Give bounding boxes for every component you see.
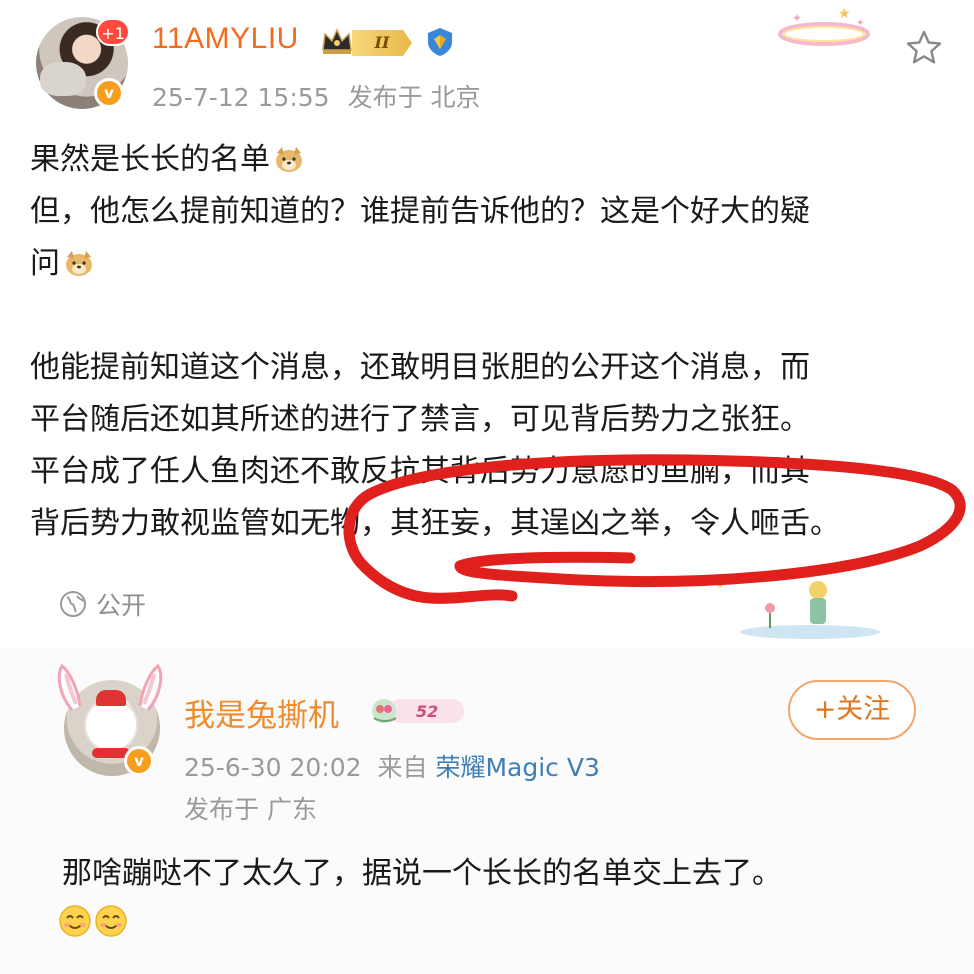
quoted-meta: 25-6-30 20:02 来自 荣耀Magic V3 — [184, 748, 600, 784]
post-line-blank — [30, 290, 950, 342]
post-line: 平台随后还如其所述的进行了禁言，可见背后势力之张狂。 — [30, 402, 810, 437]
post-meta: 25-7-12 15:55 发布于 北京 — [152, 78, 499, 114]
post-location: 发布于 北京 — [347, 83, 481, 112]
avatar-cat — [40, 62, 86, 96]
svg-text:★: ★ — [838, 6, 851, 22]
dog-emoji-icon — [66, 251, 92, 276]
crown-icon — [322, 28, 352, 54]
visibility-row: 公开 — [58, 586, 146, 622]
decoration-ring-icon: ✦ ★ ✦ — [778, 6, 870, 46]
decoration-prince-icon — [717, 581, 880, 639]
avatar-doll-hat — [96, 690, 126, 706]
post-line: 背后势力敢视监管如无物，其狂妄，其逞凶之举，令人咂舌。 — [30, 506, 840, 541]
quoted-source-prefix: 来自 — [377, 753, 428, 782]
follow-button[interactable]: +关注 — [788, 680, 916, 740]
post-text: 果然是长长的名单 但，他怎么提前知道的？谁提前告诉他的？这是个好大的疑 问 他能… — [30, 134, 950, 550]
post-line: 平台成了任人鱼肉还不敢反抗其背后势力意愿的鱼腩，而其 — [30, 454, 810, 489]
quoted-date: 25-6-30 20:02 — [184, 753, 362, 782]
author-username[interactable]: 11AMYLIU — [152, 22, 299, 56]
post-line: 但，他怎么提前知道的？谁提前告诉他的？这是个好大的疑 — [30, 194, 810, 229]
globe-icon — [60, 591, 86, 617]
post-line: 果然是长长的名单 — [30, 134, 950, 186]
dog-emoji-icon — [276, 147, 302, 172]
verified-badge: v — [94, 78, 124, 108]
notification-badge: +1 — [96, 18, 130, 46]
fan-level-badge: 52 — [372, 699, 464, 723]
smile-emoji-icon — [95, 905, 127, 937]
quoted-verified-badge: v — [124, 746, 154, 776]
quoted-device-link[interactable]: 荣耀Magic V3 — [435, 753, 599, 782]
post-date: 25-7-12 15:55 — [152, 83, 330, 112]
level-badge: II — [352, 30, 412, 56]
shield-icon — [428, 28, 452, 56]
svg-text:✦: ✦ — [792, 11, 802, 25]
visibility-label: 公开 — [96, 591, 147, 620]
smile-emoji-icon — [59, 905, 91, 937]
fan-level-value: 52 — [416, 702, 438, 721]
avatar-doll-head — [86, 700, 136, 750]
post-line: 他能提前知道这个消息，还敢明目张胆的公开这个消息，而 — [30, 350, 810, 385]
post-line: 问 — [30, 238, 950, 290]
svg-text:✦: ✦ — [856, 18, 864, 29]
star-icon[interactable] — [904, 28, 944, 68]
quoted-text: 那啥蹦哒不了太久了，据说一个长长的名单交上去了。 — [62, 856, 782, 891]
quoted-location: 发布于 广东 — [184, 795, 317, 824]
quoted-username[interactable]: 我是兔撕机 — [184, 690, 339, 735]
emoji-row — [58, 904, 128, 938]
